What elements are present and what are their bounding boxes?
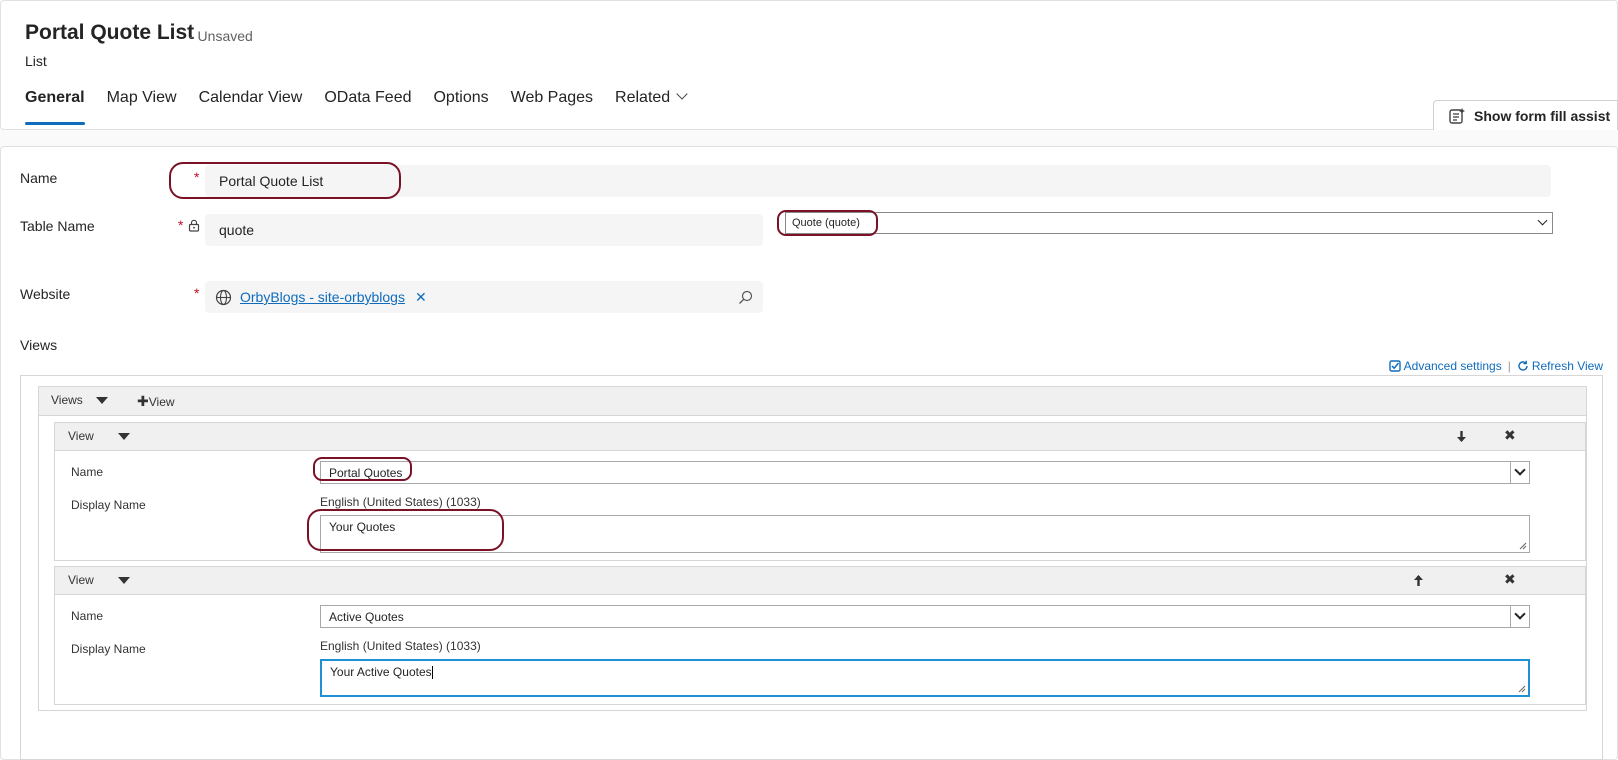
refresh-view-link[interactable]: Refresh View xyxy=(1532,359,1603,373)
arrow-down-icon[interactable] xyxy=(1456,430,1467,443)
chevron-down-icon xyxy=(676,88,688,100)
close-icon[interactable]: ✕ xyxy=(415,289,427,306)
view-name-select[interactable]: Portal Quotes xyxy=(320,461,1530,484)
view-item: View ✖ Name Active Quotes Display Name E… xyxy=(54,566,1586,705)
name-label: Name xyxy=(20,170,58,186)
chevron-down-icon xyxy=(1537,215,1548,226)
highlight-callout xyxy=(169,162,401,199)
advanced-settings-link[interactable]: Advanced settings xyxy=(1404,359,1502,373)
entity-type: List xyxy=(25,53,47,69)
view-item-header: View ✖ xyxy=(55,423,1585,451)
required-marker: * xyxy=(178,217,184,233)
website-link[interactable]: OrbyBlogs - site-orbyblogs xyxy=(240,289,405,305)
table-select[interactable]: Quote (quote) xyxy=(785,212,1553,234)
view-name-label: Name xyxy=(71,465,104,479)
form-assist-icon xyxy=(1449,107,1465,124)
tab-related-label: Related xyxy=(615,89,671,106)
remove-icon[interactable]: ✖ xyxy=(1504,571,1516,588)
form-header: Portal Quote List - Unsaved List General… xyxy=(0,0,1618,130)
form-fill-assist-button[interactable]: Show form fill assist xyxy=(1433,100,1618,130)
display-name-label: Display Name xyxy=(71,498,146,512)
language-label: English (United States) (1033) xyxy=(320,639,481,653)
resize-handle-icon[interactable] xyxy=(1518,685,1526,693)
highlight-callout xyxy=(777,210,878,236)
tab-general[interactable]: General xyxy=(25,89,85,125)
views-toolbar: Views ✚View xyxy=(39,387,1586,416)
display-name-label: Display Name xyxy=(71,642,146,656)
highlight-callout xyxy=(307,509,504,551)
add-view-label: View xyxy=(148,395,175,409)
page-title: Portal Quote List xyxy=(25,21,195,44)
view-item-title: View xyxy=(68,429,94,443)
views-links: Advanced settings | Refresh View xyxy=(1388,359,1603,373)
tab-options[interactable]: Options xyxy=(433,89,488,125)
tab-web-pages[interactable]: Web Pages xyxy=(511,89,593,125)
views-toolbar-label: Views xyxy=(51,393,83,407)
form-fill-assist-label: Show form fill assist xyxy=(1474,107,1611,124)
resize-handle-icon[interactable] xyxy=(1519,542,1527,550)
lock-icon xyxy=(188,219,200,232)
arrow-up-icon[interactable] xyxy=(1413,574,1424,587)
chevron-down-icon[interactable] xyxy=(1510,606,1529,627)
caret-down-icon[interactable] xyxy=(118,433,130,440)
unsaved-status: - Unsaved xyxy=(189,28,253,44)
view-name-value: Active Quotes xyxy=(329,609,404,624)
views-label: Views xyxy=(20,337,58,353)
add-view-button[interactable]: ✚View xyxy=(137,393,175,410)
text-cursor xyxy=(431,666,433,680)
views-panel: Views ✚View View ✖ Name Portal Quotes Di… xyxy=(38,386,1587,711)
tab-related[interactable]: Related xyxy=(615,88,688,125)
caret-down-icon[interactable] xyxy=(96,397,108,404)
caret-down-icon[interactable] xyxy=(118,577,130,584)
tab-map-view[interactable]: Map View xyxy=(107,89,177,125)
separator: | xyxy=(1507,359,1511,373)
view-item-header: View ✖ xyxy=(55,567,1585,595)
chevron-down-icon[interactable] xyxy=(1510,462,1529,483)
view-item: View ✖ Name Portal Quotes Display Name E… xyxy=(54,422,1586,561)
globe-icon xyxy=(215,289,232,305)
website-label: Website xyxy=(20,286,71,302)
display-name-value: Your Active Quotes xyxy=(330,665,432,679)
tab-bar: General Map View Calendar View OData Fee… xyxy=(25,88,708,125)
views-editor: Views ✚View View ✖ Name Portal Quotes Di… xyxy=(20,375,1603,760)
table-name-label: Table Name xyxy=(20,218,95,234)
view-item-title: View xyxy=(68,573,94,587)
name-input[interactable]: Portal Quote List xyxy=(205,165,1551,197)
view-name-select[interactable]: Active Quotes xyxy=(320,605,1530,628)
refresh-icon xyxy=(1518,360,1528,371)
display-name-textarea[interactable]: Your Active Quotes xyxy=(320,659,1530,697)
checkbox-icon xyxy=(1388,360,1401,372)
tab-calendar-view[interactable]: Calendar View xyxy=(199,89,303,125)
required-marker: * xyxy=(194,285,200,301)
highlight-callout xyxy=(313,457,412,481)
plus-icon: ✚ xyxy=(137,393,149,409)
search-icon[interactable] xyxy=(738,290,753,305)
tab-odata-feed[interactable]: OData Feed xyxy=(324,89,411,125)
view-name-label: Name xyxy=(71,609,104,623)
website-lookup[interactable]: OrbyBlogs - site-orbyblogs ✕ xyxy=(205,281,763,313)
table-name-input[interactable]: quote xyxy=(205,214,763,246)
general-section: Name * Portal Quote List Table Name * qu… xyxy=(0,146,1618,760)
remove-icon[interactable]: ✖ xyxy=(1504,427,1516,444)
language-label: English (United States) (1033) xyxy=(320,495,481,509)
